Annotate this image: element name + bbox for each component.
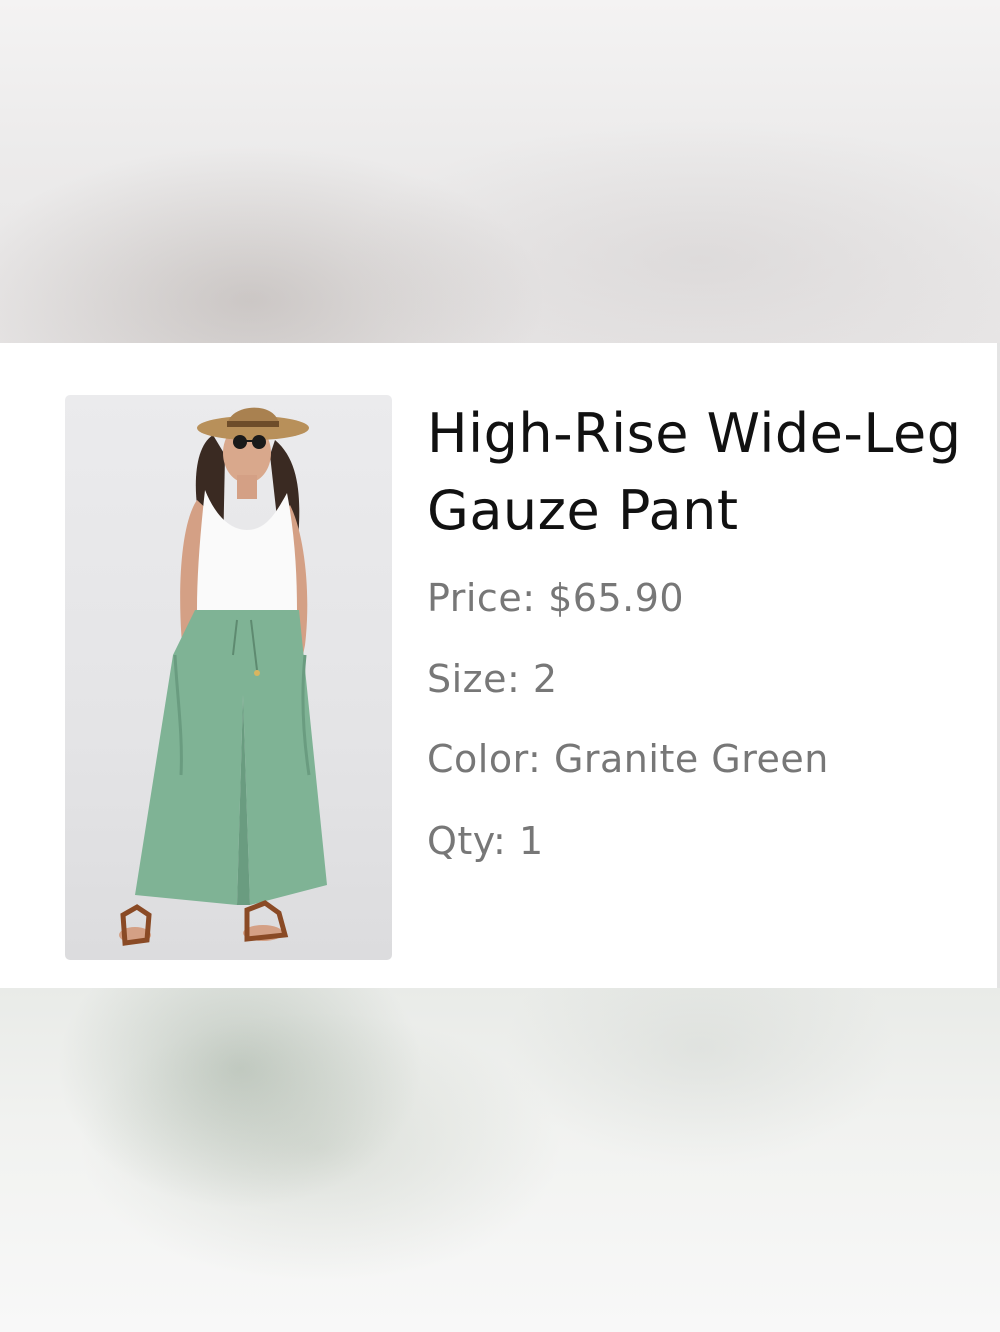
quantity-row: Qty: 1 [427,822,544,860]
color-row: Color: Granite Green [427,740,829,778]
color-value: Granite Green [553,737,829,781]
price-label: Price: [427,576,536,620]
product-image[interactable] [65,395,392,960]
price-value: $65.90 [548,576,685,620]
order-item-card: High-Rise Wide-Leg Gauze Pant Price: $65… [0,343,1000,988]
page: High-Rise Wide-Leg Gauze Pant Price: $65… [0,0,1000,1332]
blurred-background-bottom [0,988,1000,1332]
qty-label: Qty: [427,819,507,863]
product-title[interactable]: High-Rise Wide-Leg Gauze Pant [427,395,967,549]
size-row: Size: 2 [427,660,558,698]
qty-value: 1 [518,819,544,863]
blurred-background-top [0,0,1000,343]
model-photo-illustration [119,407,327,946]
product-info: High-Rise Wide-Leg Gauze Pant Price: $65… [427,395,967,860]
price-row: Price: $65.90 [427,579,684,617]
color-label: Color: [427,737,542,781]
size-label: Size: [427,657,521,701]
size-value: 2 [532,657,558,701]
